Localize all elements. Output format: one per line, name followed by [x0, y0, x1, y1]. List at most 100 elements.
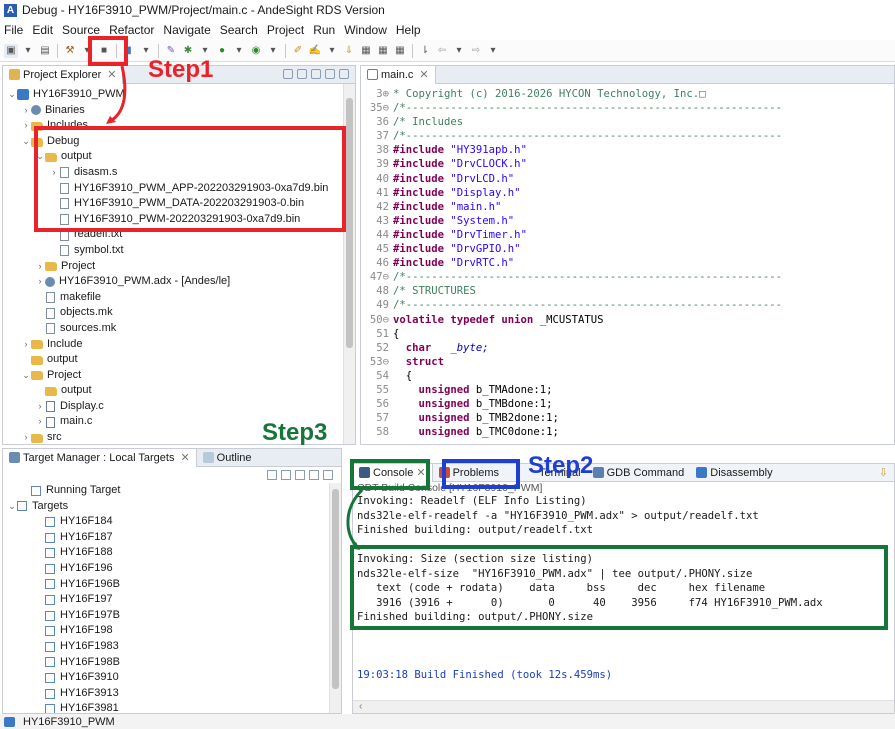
code-line[interactable]: 41 #include "Display.h" [361, 186, 894, 200]
code-line[interactable]: 51 { [361, 327, 894, 341]
chevron-down-icon[interactable]: ⌄ [7, 499, 17, 515]
collapse-all-icon[interactable] [283, 69, 293, 79]
tree-item[interactable]: output [3, 383, 355, 399]
target-item[interactable]: HY16F196B [3, 577, 341, 593]
target-item[interactable]: HY16F196 [3, 561, 341, 577]
code-line[interactable]: 42 #include "main.h" [361, 200, 894, 214]
menu-item-search[interactable]: Search [220, 23, 258, 37]
code-line[interactable]: 55 unsigned b_TMAdone:1; [361, 383, 894, 397]
code-line[interactable]: 37 /*------------------------------------… [361, 129, 894, 143]
tree-item[interactable]: makefile [3, 290, 355, 306]
build-hammer-icon[interactable]: ⚒ [63, 44, 77, 58]
code-line[interactable]: 45 #include "DrvGPIO.h" [361, 242, 894, 256]
tree-item[interactable]: sources.mk [3, 321, 355, 337]
tree-item[interactable]: › HY16F3910_PWM.adx - [Andes/le] [3, 274, 355, 290]
forward-icon[interactable]: ⇨ [469, 44, 483, 58]
annotation-icon[interactable]: ⇂ [418, 44, 432, 58]
back-icon[interactable]: ⇦ [435, 44, 449, 58]
code-line[interactable]: 38 #include "HY391apb.h" [361, 143, 894, 157]
refresh-icon[interactable] [267, 470, 277, 480]
code-line[interactable]: 40 #include "DrvLCD.h" [361, 172, 894, 186]
tab-gdb-command[interactable]: GDB Command [587, 464, 691, 482]
run-dropdown-icon[interactable]: ▾ [232, 44, 246, 58]
toggle-whitespace-icon[interactable]: ▦ [393, 44, 407, 58]
disconnect-icon[interactable] [295, 470, 305, 480]
code-line[interactable]: 35⊖ /*-----------------------------------… [361, 101, 894, 115]
pin-console-icon[interactable]: ⇩ [879, 466, 888, 479]
new-dropdown-icon[interactable]: ▾ [21, 44, 35, 58]
properties-icon[interactable] [309, 470, 319, 480]
tab-outline[interactable]: Outline [197, 449, 258, 467]
code-line[interactable]: 54 { [361, 369, 894, 383]
search-icon[interactable]: ✍ [308, 44, 322, 58]
tree-item[interactable]: › Include [3, 337, 355, 353]
toggle-block-icon[interactable]: ▦ [376, 44, 390, 58]
target-item[interactable]: HY16F3981 [3, 701, 341, 713]
menu-item-navigate[interactable]: Navigate [163, 23, 210, 37]
target-item[interactable]: HY16F184 [3, 514, 341, 530]
code-line[interactable]: 46 #include "DrvRTC.h" [361, 256, 894, 270]
code-line[interactable]: 48 /* STRUCTURES [361, 284, 894, 298]
view-menu-icon[interactable] [311, 69, 321, 79]
tree-item[interactable]: ⌄ Project [3, 368, 355, 384]
target-item[interactable]: HY16F187 [3, 530, 341, 546]
external-tools-icon[interactable]: ◉ [249, 44, 263, 58]
menu-item-file[interactable]: File [4, 23, 23, 37]
chevron-right-icon[interactable]: › [21, 337, 31, 353]
chevron-right-icon[interactable]: › [35, 414, 45, 430]
back-dropdown-icon[interactable]: ▾ [452, 44, 466, 58]
target-item[interactable]: HY16F1983 [3, 639, 341, 655]
code-line[interactable]: 52 char _byte; [361, 341, 894, 355]
run-icon[interactable]: ● [215, 44, 229, 58]
code-line[interactable]: 44 #include "DrvTimer.h" [361, 228, 894, 242]
chevron-down-icon[interactable]: ⌄ [21, 368, 31, 384]
target-item[interactable]: Running Target [3, 483, 341, 499]
search-dropdown-icon[interactable]: ▾ [325, 44, 339, 58]
code-editor[interactable]: 3⊕ * Copyright (c) 2016-2026 HYCON Techno… [361, 84, 894, 439]
chevron-down-icon[interactable]: ⌄ [21, 134, 31, 150]
target-item[interactable]: HY16F197 [3, 592, 341, 608]
target-item[interactable]: HY16F198 [3, 623, 341, 639]
tab-main-c[interactable]: main.c ✕ [361, 66, 436, 84]
code-line[interactable]: 36 /* Includes [361, 115, 894, 129]
menu-item-window[interactable]: Window [344, 23, 387, 37]
target-item[interactable]: HY16F3913 [3, 686, 341, 702]
code-line[interactable]: 43 #include "System.h" [361, 214, 894, 228]
menu-item-edit[interactable]: Edit [32, 23, 53, 37]
tree-item[interactable]: › Display.c [3, 399, 355, 415]
target-item[interactable]: HY16F188 [3, 545, 341, 561]
menu-item-help[interactable]: Help [396, 23, 421, 37]
menu-item-source[interactable]: Source [62, 23, 100, 37]
new-file-icon[interactable]: ▣ [4, 43, 18, 58]
pin-icon[interactable]: ⇓ [342, 44, 356, 58]
forward-dropdown-icon[interactable]: ▾ [486, 44, 500, 58]
code-line[interactable]: 56 unsigned b_TMBdone:1; [361, 397, 894, 411]
code-line[interactable]: 39 #include "DrvCLOCK.h" [361, 157, 894, 171]
tree-item[interactable]: objects.mk [3, 305, 355, 321]
menu-item-run[interactable]: Run [313, 23, 335, 37]
open-type-icon[interactable]: ✐ [291, 44, 305, 58]
connect-icon[interactable] [281, 470, 291, 480]
code-line[interactable]: 57 unsigned b_TMB2done:1; [361, 411, 894, 425]
chevron-down-icon[interactable]: ⌄ [7, 87, 17, 103]
code-line[interactable]: 49 /*------------------------------------… [361, 298, 894, 312]
code-line[interactable]: 47⊖ /*-----------------------------------… [361, 270, 894, 284]
tree-item[interactable]: output [3, 352, 355, 368]
chevron-right-icon[interactable]: › [35, 259, 45, 275]
menu-item-refactor[interactable]: Refactor [109, 23, 154, 37]
tab-target-manager[interactable]: Target Manager : Local Targets ✕ [3, 449, 197, 467]
code-line[interactable]: 58 unsigned b_TMC0done:1; [361, 425, 894, 439]
target-item[interactable]: HY16F197B [3, 608, 341, 624]
code-line[interactable]: 50⊖ volatile typedef union _MCUSTATUS [361, 313, 894, 327]
chevron-right-icon[interactable]: › [21, 118, 31, 134]
close-icon[interactable]: ✕ [419, 68, 428, 81]
tree-item[interactable]: › Project [3, 259, 355, 275]
tree-item[interactable]: ⌄ HY16F3910_PWM [3, 87, 355, 103]
close-icon[interactable]: ✕ [180, 451, 189, 464]
chevron-right-icon[interactable]: › [21, 430, 31, 444]
external-dropdown-icon[interactable]: ▾ [266, 44, 280, 58]
code-line[interactable]: 3⊕ * Copyright (c) 2016-2026 HYCON Techno… [361, 87, 894, 101]
toggle-mark-icon[interactable]: ▦ [359, 44, 373, 58]
maximize-icon[interactable] [339, 69, 349, 79]
code-line[interactable]: 53⊖ struct [361, 355, 894, 369]
